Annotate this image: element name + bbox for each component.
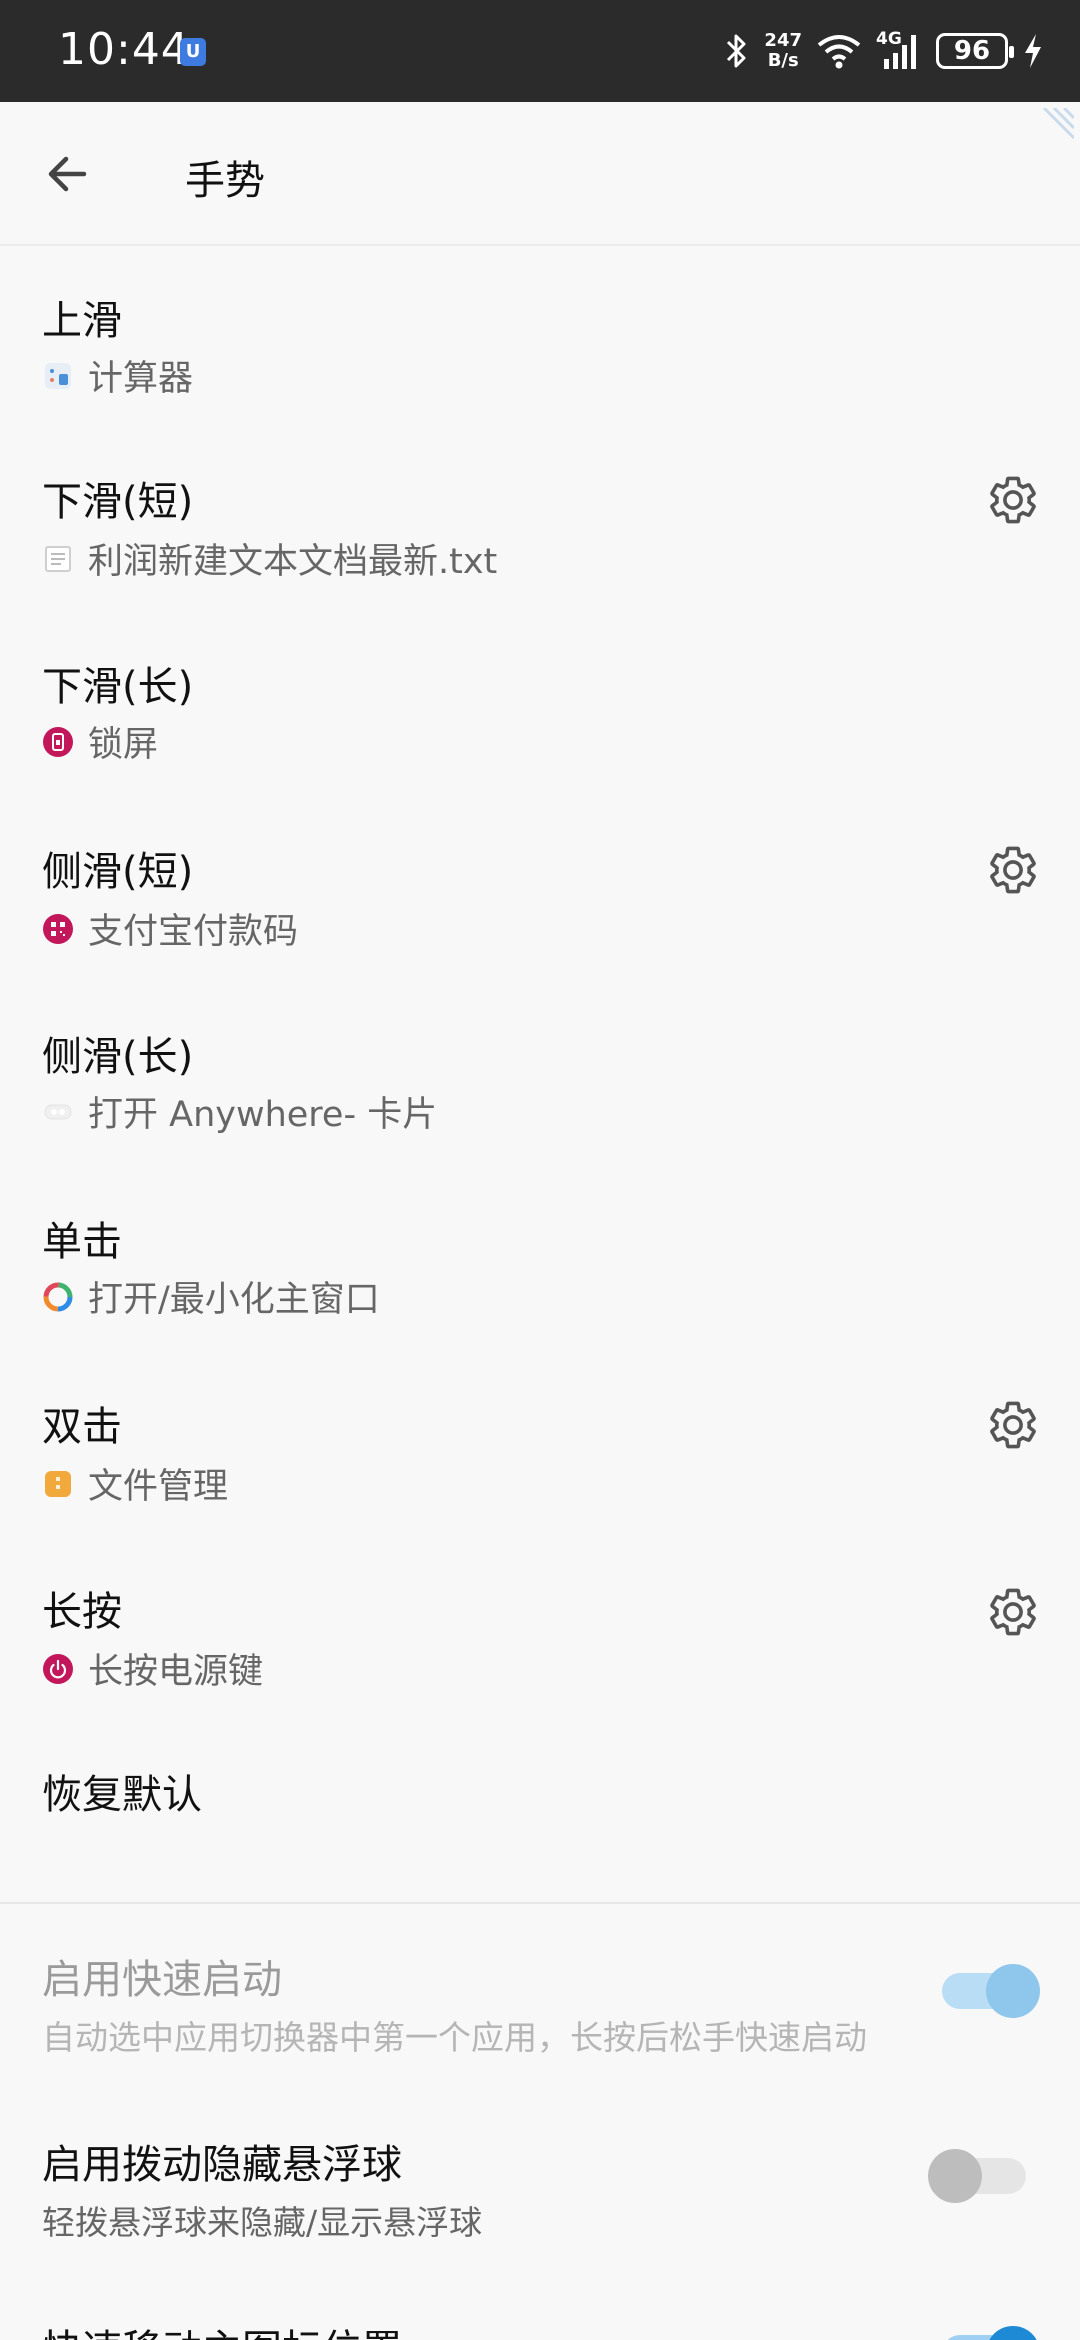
charging-icon xyxy=(1025,34,1041,68)
restore-default-row[interactable]: 恢复默认 xyxy=(0,1750,1080,1870)
gesture-row-swipe-down-long[interactable]: 下滑(长) 锁屏 xyxy=(0,640,1080,790)
status-icons: 247 B/s 4G 96 xyxy=(724,28,1044,74)
gesture-action: 长按电源键 xyxy=(42,1643,263,1694)
network-speed: 247 B/s xyxy=(764,30,802,71)
option-row-flick-hide[interactable]: 启用拨动隐藏悬浮球 轻拨悬浮球来隐藏/显示悬浮球 xyxy=(0,2120,1080,2270)
status-time: 10:44 xyxy=(58,24,190,75)
gesture-action: 文件管理 xyxy=(42,1458,228,1509)
gesture-title: 上滑 xyxy=(42,298,122,344)
gesture-action: 打开/最小化主窗口 xyxy=(42,1271,380,1322)
gesture-action: 打开 Anywhere- 卡片 xyxy=(42,1086,437,1137)
gesture-title: 双击 xyxy=(42,1404,122,1450)
toggle-knob xyxy=(986,1964,1040,2018)
option-title: 启用拨动隐藏悬浮球 xyxy=(42,2142,402,2188)
option-row-quick-launch: 启用快速启动 自动选中应用切换器中第一个应用，长按后松手快速启动 xyxy=(0,1935,1080,2085)
app-bar: 手势 xyxy=(0,102,1080,246)
wifi-icon xyxy=(817,35,861,69)
main-window-icon xyxy=(43,1282,73,1311)
flick-hide-toggle[interactable] xyxy=(928,2149,1026,2203)
gesture-action-label: 利润新建文本文档最新.txt xyxy=(88,542,498,582)
gesture-action: 锁屏 xyxy=(42,716,158,767)
gesture-action-label: 打开/最小化主窗口 xyxy=(88,1280,380,1320)
notification-app-icon: U xyxy=(180,38,206,66)
back-arrow-icon[interactable] xyxy=(40,144,100,204)
gesture-title: 下滑(长) xyxy=(42,664,194,710)
bluetooth-icon xyxy=(727,34,746,68)
battery-indicator: 96 xyxy=(936,33,1014,69)
gesture-title: 单击 xyxy=(42,1219,122,1265)
gesture-title: 侧滑(短) xyxy=(42,849,194,895)
gesture-row-side-swipe-long[interactable]: 侧滑(长) 打开 Anywhere- 卡片 xyxy=(0,1010,1080,1160)
option-description: 自动选中应用切换器中第一个应用，长按后松手快速启动 xyxy=(42,2018,867,2057)
text-file-icon xyxy=(45,545,71,572)
lock-screen-icon xyxy=(43,726,73,757)
quick-launch-toggle[interactable] xyxy=(942,1964,1040,2018)
status-bar: 10:44 U 247 B/s 4G 96 xyxy=(0,0,1080,102)
signal-icon xyxy=(884,35,916,69)
gesture-action: 计算器 xyxy=(42,350,193,401)
option-description: 轻拨悬浮球来隐藏/显示悬浮球 xyxy=(42,2203,483,2242)
gesture-row-side-swipe-short[interactable]: 侧滑(短) 支付宝付款码 xyxy=(0,825,1080,975)
option-title: 启用快速启动 xyxy=(42,1957,282,2003)
gesture-title: 侧滑(长) xyxy=(42,1034,194,1080)
power-icon xyxy=(43,1653,73,1684)
option-title: 快速移动主图标位置 xyxy=(42,2317,402,2340)
restore-default-button[interactable]: 恢复默认 xyxy=(42,1762,202,1820)
gesture-action: 支付宝付款码 xyxy=(42,903,298,954)
quick-move-toggle[interactable] xyxy=(942,2326,1040,2340)
gesture-action-label: 锁屏 xyxy=(88,725,159,765)
file-manager-icon xyxy=(45,1470,71,1497)
cellular-signal: 4G xyxy=(876,29,922,71)
option-row-quick-move[interactable]: 快速移动主图标位置 xyxy=(0,2305,1080,2340)
gesture-action-label: 打开 Anywhere- 卡片 xyxy=(88,1095,438,1135)
gesture-action-label: 长按电源键 xyxy=(88,1652,264,1692)
gear-icon[interactable] xyxy=(986,473,1040,527)
gesture-row-single-tap[interactable]: 单击 打开/最小化主窗口 xyxy=(0,1195,1080,1345)
toggle-knob xyxy=(928,2149,982,2203)
gesture-action-label: 计算器 xyxy=(88,359,194,399)
gesture-row-double-tap[interactable]: 双击 文件管理 xyxy=(0,1380,1080,1530)
corner-decoration-icon xyxy=(1042,108,1074,140)
gesture-action-label: 文件管理 xyxy=(88,1467,229,1507)
gesture-title: 长按 xyxy=(42,1589,122,1635)
gesture-row-swipe-down-short[interactable]: 下滑(短) 利润新建文本文档最新.txt xyxy=(0,455,1080,605)
section-divider xyxy=(0,1902,1080,1904)
gesture-row-swipe-up[interactable]: 上滑 计算器 xyxy=(0,270,1080,420)
payment-code-icon xyxy=(43,913,73,944)
gear-icon[interactable] xyxy=(986,1398,1040,1452)
gesture-row-long-press[interactable]: 长按 长按电源键 xyxy=(0,1565,1080,1715)
gear-icon[interactable] xyxy=(986,843,1040,897)
anywhere-card-icon xyxy=(44,1104,72,1119)
gear-icon[interactable] xyxy=(986,1585,1040,1639)
gesture-action-label: 支付宝付款码 xyxy=(88,912,299,952)
toggle-knob xyxy=(986,2326,1040,2340)
gesture-action: 利润新建文本文档最新.txt xyxy=(42,533,497,584)
gesture-title: 下滑(短) xyxy=(42,479,194,525)
page-title: 手势 xyxy=(185,158,265,204)
calculator-icon xyxy=(45,362,71,389)
